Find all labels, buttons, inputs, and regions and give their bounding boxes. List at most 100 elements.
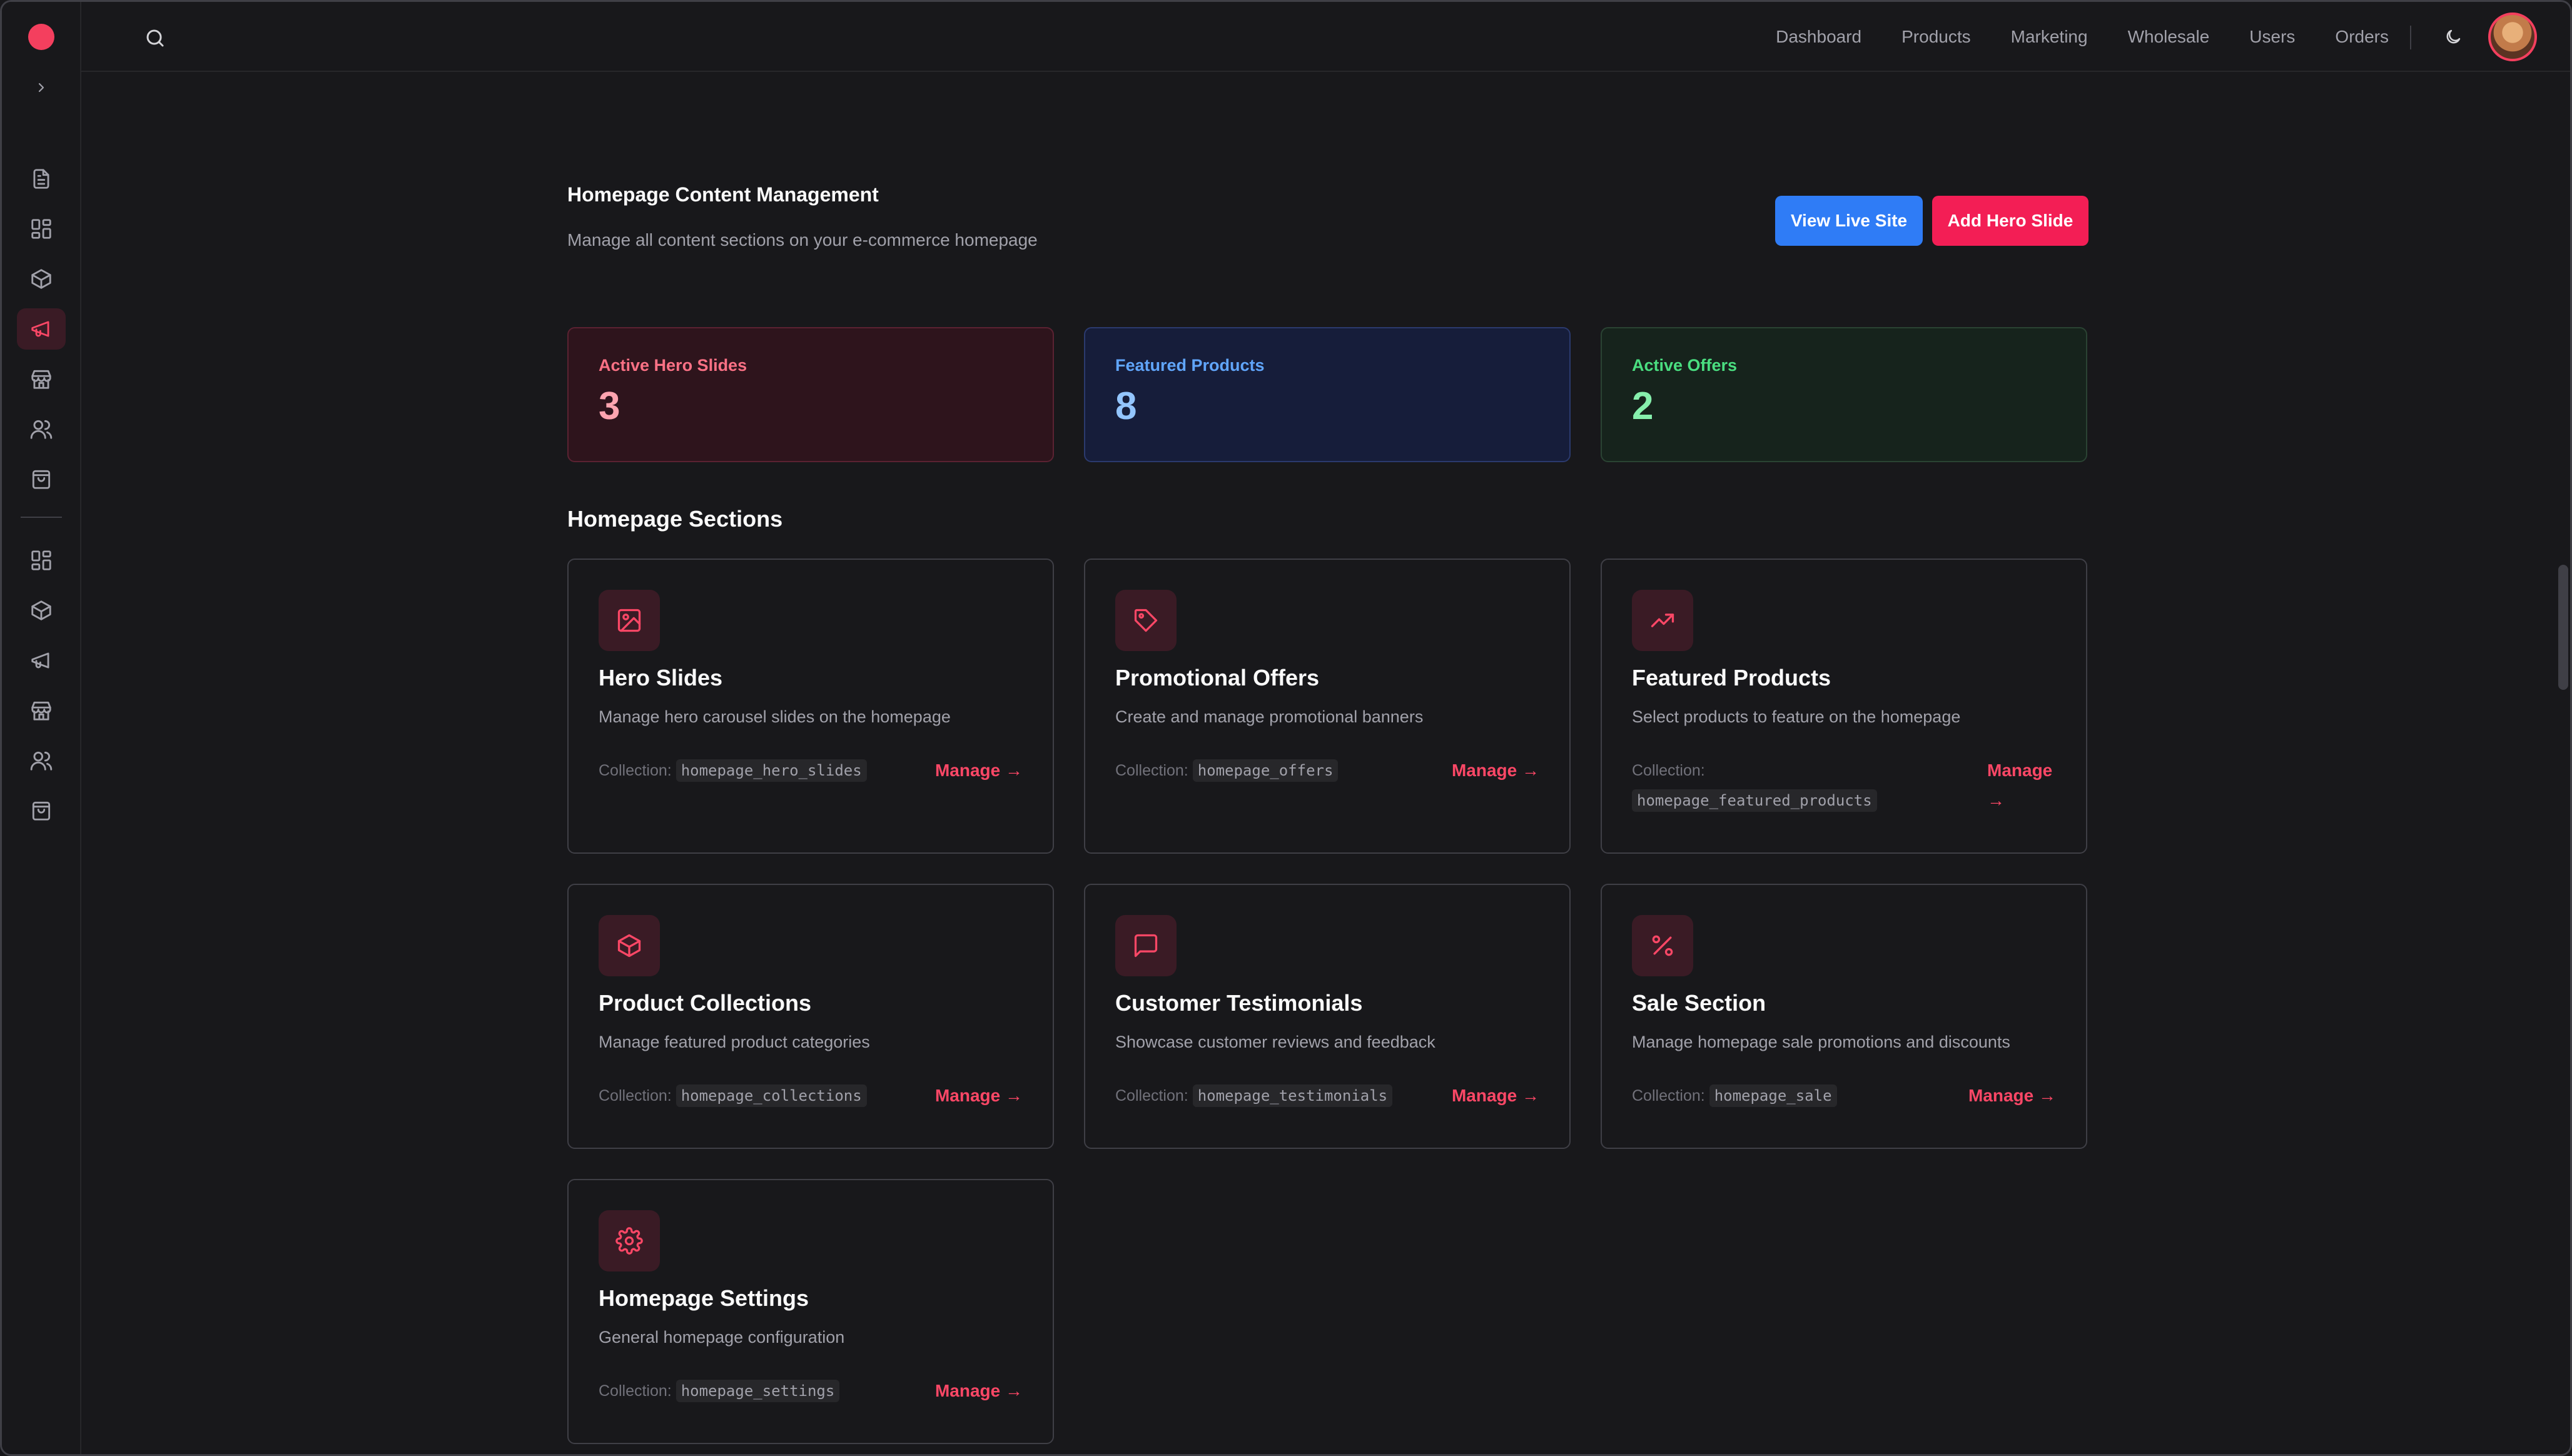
theme-toggle-button[interactable] <box>2439 23 2467 51</box>
nav-divider <box>2410 26 2411 49</box>
sidebar-item-marketing[interactable] <box>17 308 66 350</box>
manage-link[interactable]: Manage → <box>935 1376 1023 1406</box>
stat-card-hero-slides: Active Hero Slides 3 <box>567 327 1054 462</box>
manage-link[interactable]: Manage → <box>935 756 1023 786</box>
users-icon <box>30 751 53 771</box>
chevron-right-icon <box>38 83 44 93</box>
card-icon-badge <box>1115 590 1177 651</box>
package-icon <box>617 934 641 958</box>
sidebar-item-users-2[interactable] <box>17 740 66 781</box>
card-icon-badge <box>599 590 660 651</box>
card-description: Showcase customer reviews and feedback <box>1115 1033 1435 1051</box>
card-icon-badge <box>599 915 660 976</box>
sidebar-item-users[interactable] <box>17 408 66 450</box>
nav-products[interactable]: Products <box>1901 27 1971 47</box>
card-icon-badge <box>599 1210 660 1271</box>
sidebar-item-orders[interactable] <box>17 458 66 500</box>
collection-name: homepage_hero_slides <box>676 759 867 782</box>
collection-label: Collection: homepage_sale <box>1632 1081 1837 1111</box>
card-description: Manage featured product categories <box>599 1033 870 1051</box>
megaphone-icon <box>31 321 49 337</box>
manage-link[interactable]: Manage → <box>935 1081 1023 1111</box>
manage-link[interactable]: Manage → <box>1968 1081 2056 1111</box>
card-title: Hero Slides <box>599 665 723 690</box>
image-icon <box>617 609 641 632</box>
collection-name: homepage_featured_products <box>1632 789 1877 812</box>
scrollbar[interactable] <box>2558 565 2568 690</box>
section-card-promotional-offers: Promotional Offers Create and manage pro… <box>1084 559 1571 854</box>
stat-label: Featured Products <box>1115 356 1265 375</box>
sidebar-item-products[interactable] <box>17 258 66 300</box>
sidebar-divider <box>21 517 62 518</box>
collection-label: Collection: homepage_hero_slides <box>599 756 867 786</box>
section-card-customer-testimonials: Customer Testimonials Showcase customer … <box>1084 884 1571 1149</box>
collection-name: homepage_collections <box>676 1084 867 1107</box>
trending-up-icon <box>1651 614 1674 627</box>
top-bar: Dashboard Products Marketing Wholesale U… <box>81 2 2570 72</box>
stat-label: Active Offers <box>1632 356 1738 375</box>
section-card-product-collections: Product Collections Manage featured prod… <box>567 884 1054 1149</box>
gear-icon <box>615 1227 643 1255</box>
user-avatar[interactable] <box>2488 13 2537 61</box>
manage-link[interactable]: Manage → <box>1452 756 1539 786</box>
sidebar-expand-button[interactable] <box>26 72 57 103</box>
search-button[interactable] <box>138 21 173 56</box>
sidebar-item-marketing-2[interactable] <box>17 640 66 681</box>
card-title: Sale Section <box>1632 990 1766 1016</box>
sidebar-item-wholesale-2[interactable] <box>17 690 66 731</box>
card-description: Manage homepage sale promotions and disc… <box>1632 1033 2010 1051</box>
stat-card-featured-products: Featured Products 8 <box>1084 327 1571 462</box>
app-window: Dashboard Products Marketing Wholesale U… <box>0 0 2572 1456</box>
stats-row: Active Hero Slides 3 Featured Products 8… <box>567 327 2088 462</box>
add-hero-slide-button[interactable]: Add Hero Slide <box>1932 196 2088 246</box>
view-live-site-button[interactable]: View Live Site <box>1775 196 1923 246</box>
nav-wholesale[interactable]: Wholesale <box>2128 27 2210 47</box>
package-icon <box>31 269 51 289</box>
collection-name: homepage_offers <box>1192 759 1339 782</box>
package-icon <box>31 600 51 620</box>
collection-label: Collection: homepage_settings <box>599 1376 840 1406</box>
sidebar-item-grid[interactable] <box>17 208 66 250</box>
search-icon <box>146 29 164 47</box>
card-title: Homepage Settings <box>599 1285 809 1311</box>
card-description: Select products to feature on the homepa… <box>1632 707 1961 726</box>
sidebar-item-dashboard[interactable] <box>17 158 66 200</box>
stat-value: 3 <box>599 385 620 428</box>
section-card-featured-products: Featured Products Select products to fea… <box>1601 559 2087 854</box>
card-description: General homepage configuration <box>599 1328 845 1347</box>
collection-name: homepage_settings <box>676 1380 840 1402</box>
card-description: Create and manage promotional banners <box>1115 707 1424 726</box>
manage-link[interactable]: Manage → <box>1987 756 2056 816</box>
nav-marketing[interactable]: Marketing <box>2011 27 2088 47</box>
collection-name: homepage_testimonials <box>1192 1084 1393 1107</box>
store-icon <box>31 701 51 720</box>
sidebar-item-grid-2[interactable] <box>17 540 66 581</box>
card-title: Promotional Offers <box>1115 665 1320 690</box>
section-card-sale-section: Sale Section Manage homepage sale promot… <box>1601 884 2087 1149</box>
collection-prefix: Collection: <box>599 1382 672 1400</box>
collection-label: Collection: homepage_offers <box>1115 756 1339 786</box>
logo[interactable] <box>28 24 54 50</box>
nav-users[interactable]: Users <box>2249 27 2295 47</box>
section-title: Homepage Sections <box>567 506 783 532</box>
manage-link[interactable]: Manage → <box>1452 1081 1539 1111</box>
store-icon <box>31 370 51 389</box>
section-card-homepage-settings: Homepage Settings General homepage confi… <box>567 1179 1054 1444</box>
section-card-hero-slides: Hero Slides Manage hero carousel slides … <box>567 559 1054 854</box>
nav-orders[interactable]: Orders <box>2335 27 2389 47</box>
users-icon <box>30 420 53 439</box>
collection-prefix: Collection: <box>1632 1087 1705 1105</box>
shopping-bag-icon <box>32 801 51 821</box>
stat-value: 8 <box>1115 385 1137 428</box>
megaphone-icon <box>31 652 49 669</box>
collection-prefix: Collection: <box>1115 762 1188 779</box>
sidebar-item-wholesale[interactable] <box>17 358 66 400</box>
nav-dashboard[interactable]: Dashboard <box>1776 27 1861 47</box>
sidebar-item-orders-2[interactable] <box>17 790 66 831</box>
collection-label: Collection: homepage_featured_products <box>1632 756 1877 816</box>
tag-icon <box>1134 609 1158 632</box>
collection-prefix: Collection: <box>1632 762 1705 779</box>
moon-icon <box>2446 29 2461 44</box>
sidebar-item-products-2[interactable] <box>17 590 66 631</box>
stat-value: 2 <box>1632 385 1654 428</box>
